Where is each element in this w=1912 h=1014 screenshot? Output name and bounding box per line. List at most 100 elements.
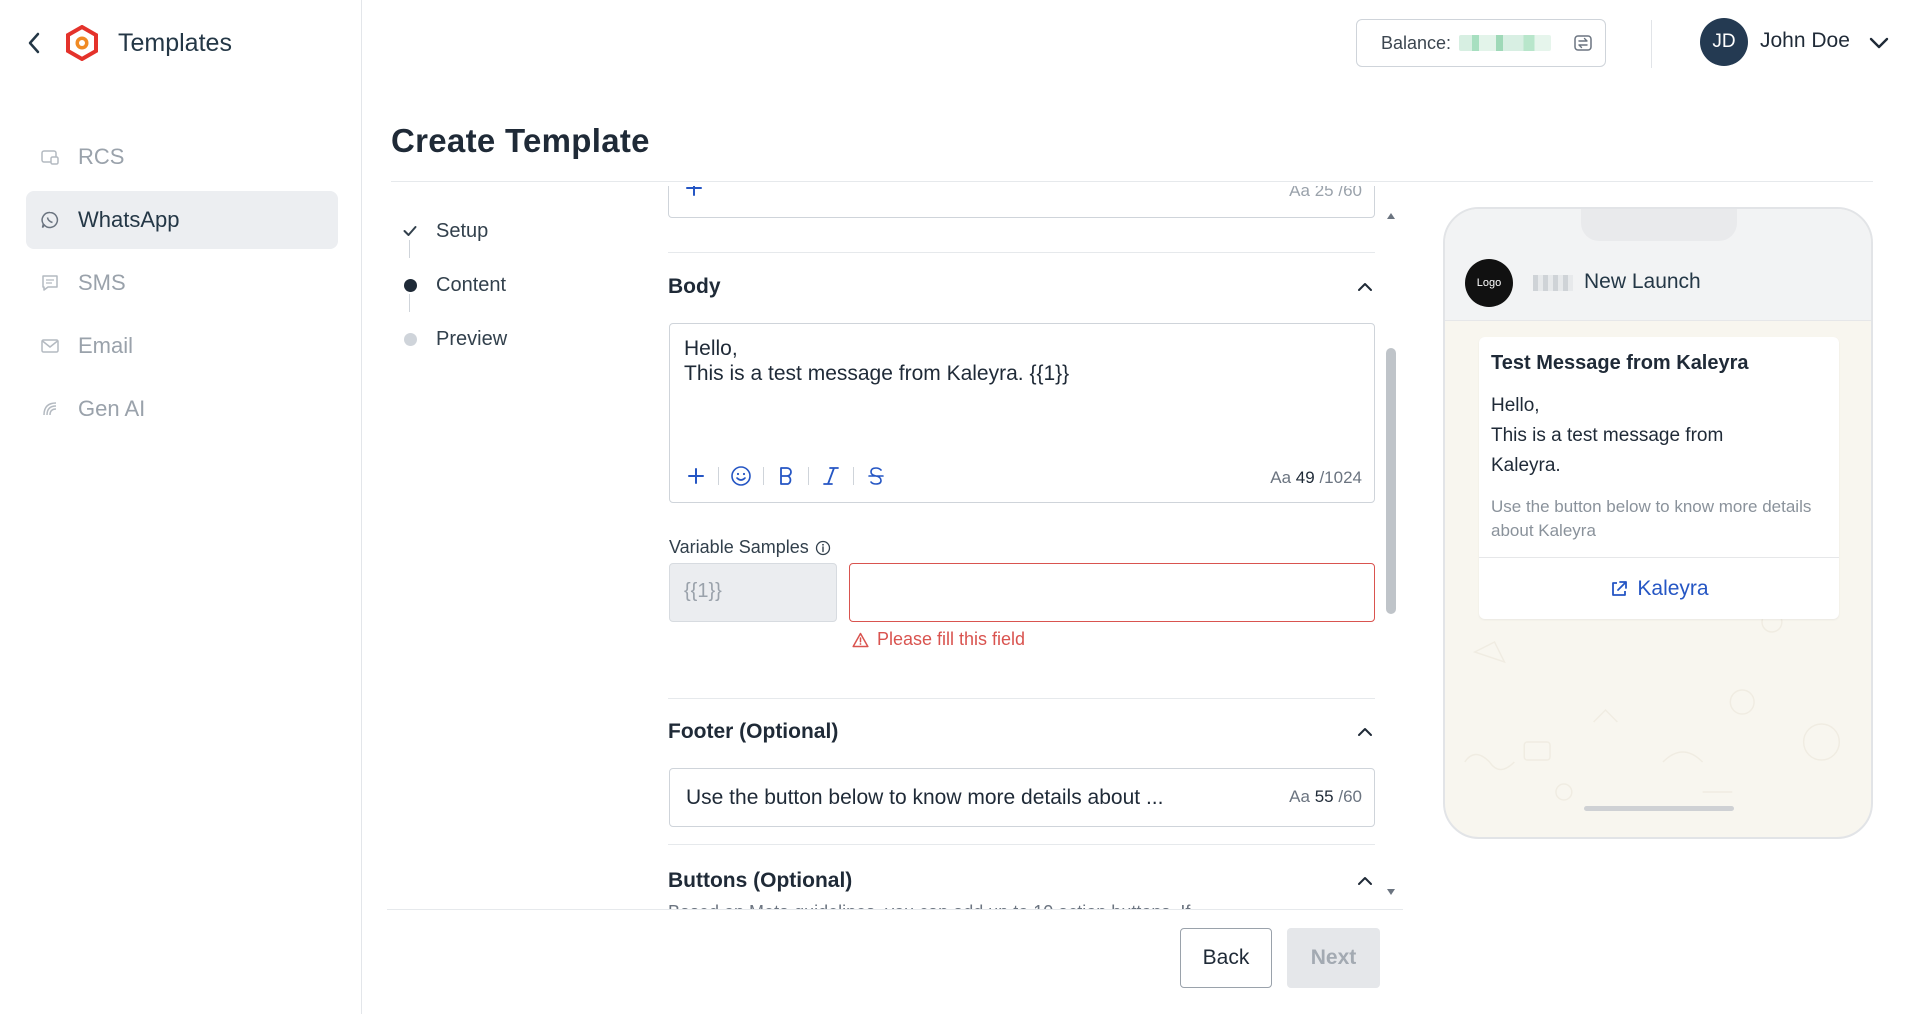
sidebar-item-rcs[interactable]: RCS bbox=[26, 128, 338, 186]
balance-widget[interactable]: Balance: bbox=[1356, 19, 1606, 67]
step-content[interactable]: Content bbox=[400, 258, 507, 312]
body-text[interactable]: Hello, This is a test message from Kaley… bbox=[684, 336, 1069, 386]
sidebar-item-whatsapp[interactable]: WhatsApp bbox=[26, 191, 338, 249]
add-variable-icon[interactable] bbox=[682, 462, 710, 490]
scrollbar-thumb[interactable] bbox=[1386, 348, 1396, 614]
sidebar-item-label: RCS bbox=[78, 144, 125, 169]
scroll-up-arrow-icon[interactable] bbox=[1386, 212, 1396, 220]
message-cta-button[interactable]: Kaleyra bbox=[1479, 557, 1839, 619]
step-pending-marker bbox=[400, 332, 420, 346]
gen-ai-icon bbox=[40, 399, 60, 419]
char-counter: Aa 49 /1024 bbox=[1270, 468, 1362, 488]
chevron-down-icon[interactable] bbox=[1868, 32, 1890, 54]
buttons-section-title: Buttons (Optional) bbox=[668, 869, 853, 892]
page-title: Create Template bbox=[391, 122, 650, 159]
external-link-icon bbox=[1612, 580, 1628, 596]
kaleyra-logo-icon bbox=[66, 25, 98, 61]
next-button[interactable]: Next bbox=[1287, 928, 1380, 988]
variable-samples-text: Variable Samples bbox=[669, 537, 809, 557]
body-text-editor[interactable]: Hello, This is a test message from Kaley… bbox=[669, 323, 1375, 503]
counter-prefix: Aa bbox=[1270, 468, 1292, 487]
chevron-up-icon[interactable] bbox=[1356, 723, 1374, 741]
step-label: Content bbox=[436, 273, 507, 296]
brand-header: Templates bbox=[22, 22, 232, 64]
step-setup[interactable]: Setup bbox=[400, 204, 507, 258]
counter-prefix: Aa bbox=[1289, 787, 1310, 806]
avatar[interactable]: JD bbox=[1700, 18, 1748, 66]
rcs-icon bbox=[40, 147, 60, 167]
cta-label: Kaleyra bbox=[1637, 576, 1709, 600]
chevron-up-icon[interactable] bbox=[1356, 278, 1374, 296]
add-variable-icon[interactable] bbox=[685, 186, 703, 197]
italic-icon[interactable] bbox=[817, 462, 845, 490]
sms-icon bbox=[40, 273, 60, 293]
footer-text[interactable]: Use the button below to know more detail… bbox=[686, 786, 1163, 810]
footer-divider bbox=[387, 909, 1403, 910]
title-divider bbox=[391, 181, 1873, 182]
sidebar-title: Templates bbox=[118, 28, 232, 57]
counter-used: 49 bbox=[1295, 468, 1315, 487]
back-button[interactable]: Back bbox=[1180, 928, 1272, 988]
header-divider bbox=[1651, 20, 1652, 68]
info-icon[interactable] bbox=[815, 540, 831, 556]
toolbar-separator bbox=[763, 467, 764, 485]
step-connector bbox=[409, 240, 410, 258]
strikethrough-icon[interactable] bbox=[862, 462, 890, 490]
message-title: Test Message from Kaleyra bbox=[1491, 352, 1749, 374]
balance-label: Balance: bbox=[1381, 32, 1452, 53]
formatting-toolbar bbox=[682, 462, 890, 490]
content-form: Aa 25 /60 Body Hello, This is a test mes… bbox=[668, 186, 1376, 910]
stepper: Setup Content Preview bbox=[400, 204, 507, 366]
step-label: Preview bbox=[436, 327, 508, 350]
section-divider bbox=[668, 252, 1375, 253]
body-section-title: Body bbox=[668, 275, 721, 298]
toolbar-separator bbox=[808, 467, 809, 485]
sidebar-nav: RCS WhatsApp SMS Email Gen AI bbox=[26, 128, 338, 443]
emoji-icon[interactable] bbox=[727, 462, 755, 490]
variable-samples-label: Variable Samples bbox=[669, 537, 831, 558]
counter-limit: /60 bbox=[1338, 787, 1362, 806]
email-icon bbox=[40, 336, 60, 356]
step-label: Setup bbox=[436, 219, 489, 242]
currency-swap-icon[interactable] bbox=[1573, 33, 1593, 53]
step-current-marker bbox=[400, 278, 420, 292]
scroll-down-arrow-icon[interactable] bbox=[1386, 888, 1396, 896]
sidebar-item-label: Gen AI bbox=[78, 396, 146, 421]
bold-icon[interactable] bbox=[772, 462, 800, 490]
section-divider bbox=[668, 698, 1375, 699]
sidebar-item-label: Email bbox=[78, 333, 134, 358]
phone-preview: Logo New Launch Test Message from Kaleyr… bbox=[1443, 207, 1873, 839]
variable-key-field: {{1}} bbox=[669, 563, 837, 622]
home-indicator bbox=[1584, 806, 1734, 811]
sidebar: Templates RCS WhatsApp SMS Email Gen AI bbox=[0, 0, 362, 1014]
counter-used: 25 bbox=[1314, 186, 1334, 200]
chat-header: Logo New Launch bbox=[1445, 209, 1871, 321]
sidebar-item-gen-ai[interactable]: Gen AI bbox=[26, 380, 338, 438]
footer-section-title: Footer (Optional) bbox=[668, 720, 839, 743]
back-arrow-icon[interactable] bbox=[22, 31, 46, 55]
step-preview[interactable]: Preview bbox=[400, 312, 507, 366]
toolbar-separator bbox=[853, 467, 854, 485]
footer-text-field[interactable]: Use the button below to know more detail… bbox=[669, 768, 1375, 827]
user-name[interactable]: John Doe bbox=[1760, 29, 1850, 53]
variable-sample-input[interactable] bbox=[849, 563, 1375, 622]
sender-name: New Launch bbox=[1584, 270, 1701, 293]
field-error: Please fill this field bbox=[852, 629, 1025, 650]
whatsapp-icon bbox=[40, 210, 60, 230]
chevron-up-icon[interactable] bbox=[1356, 872, 1374, 890]
header-text-field[interactable]: Aa 25 /60 bbox=[668, 186, 1375, 218]
sidebar-item-label: SMS bbox=[78, 270, 126, 295]
sender-name-redacted bbox=[1533, 275, 1573, 291]
sidebar-item-sms[interactable]: SMS bbox=[26, 254, 338, 312]
form-scrollbar[interactable] bbox=[1384, 208, 1398, 908]
char-counter: Aa 55 /60 bbox=[1289, 787, 1362, 807]
char-counter: Aa 25 /60 bbox=[1289, 186, 1362, 201]
toolbar-separator bbox=[718, 467, 719, 485]
phone-notch bbox=[1581, 209, 1737, 241]
sidebar-item-email[interactable]: Email bbox=[26, 317, 338, 375]
error-text: Please fill this field bbox=[877, 629, 1026, 649]
checkmark-icon bbox=[400, 225, 420, 237]
counter-prefix: Aa bbox=[1289, 186, 1310, 200]
message-bubble: Test Message from Kaleyra Hello, This is… bbox=[1479, 337, 1839, 619]
balance-value-redacted bbox=[1459, 35, 1552, 51]
